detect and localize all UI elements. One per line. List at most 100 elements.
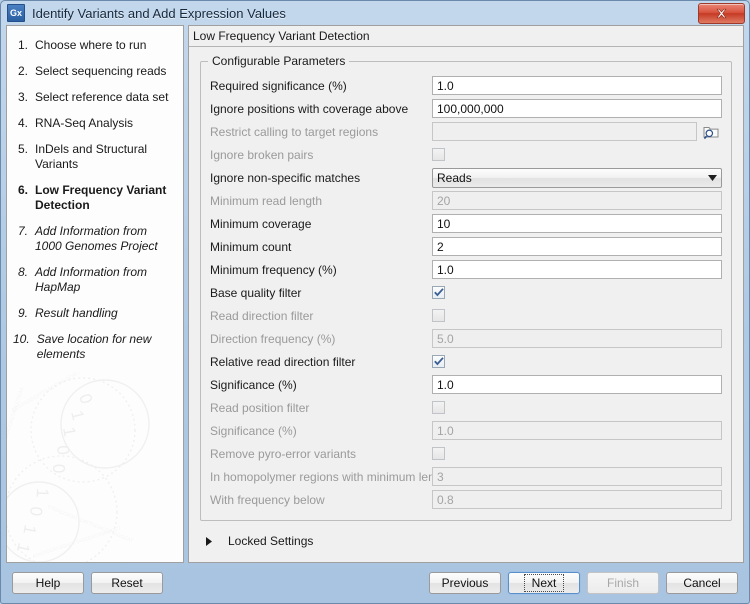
step-number: 5. bbox=[17, 142, 28, 156]
svg-text:1: 1 bbox=[33, 488, 52, 498]
param-label: Minimum count bbox=[210, 239, 292, 254]
step-number: 7. bbox=[17, 224, 28, 238]
param-label: Minimum frequency (%) bbox=[210, 262, 337, 277]
read-position-filter-checkbox[interactable] bbox=[432, 401, 445, 414]
sidebar-step-2[interactable]: 2. Select sequencing reads bbox=[13, 64, 175, 79]
dialog-content: 0 1 1 0 0 1 0 1 1 0 1 0 GATCAGTTCAGGATCC… bbox=[6, 25, 744, 563]
step-number: 10. bbox=[13, 332, 30, 346]
required-significance-input[interactable] bbox=[432, 76, 722, 95]
sidebar-step-3[interactable]: 3. Select reference data set bbox=[13, 90, 175, 105]
dialog-footer: Help Reset Previous Next Finish Cancel bbox=[1, 563, 749, 603]
close-button[interactable] bbox=[698, 3, 745, 24]
dna-watermark-decoration: 0 1 1 0 0 1 0 1 1 0 1 0 GATCAGTTCAGGATCC… bbox=[7, 372, 150, 562]
step-label: Result handling bbox=[35, 306, 118, 320]
param-label: Direction frequency (%) bbox=[210, 331, 336, 346]
param-row-relative-read-direction-filter: Relative read direction filter bbox=[210, 350, 722, 373]
param-row-frequency-below: With frequency below bbox=[210, 488, 722, 511]
steps-list: 1. Choose where to run 2. Select sequenc… bbox=[7, 26, 183, 362]
read-direction-filter-checkbox[interactable] bbox=[432, 309, 445, 322]
param-row-minimum-read-length: Minimum read length bbox=[210, 189, 722, 212]
svg-text:1: 1 bbox=[67, 408, 88, 422]
param-label: Restrict calling to target regions bbox=[210, 124, 379, 139]
sidebar-step-9[interactable]: 9. Result handling bbox=[13, 306, 175, 321]
next-button[interactable]: Next bbox=[508, 572, 580, 594]
finish-button: Finish bbox=[587, 572, 659, 594]
locked-settings-toggle[interactable]: Locked Settings bbox=[204, 534, 734, 548]
gx-icon: Gx bbox=[7, 4, 25, 22]
wizard-steps-sidebar: 0 1 1 0 0 1 0 1 1 0 1 0 GATCAGTTCAGGATCC… bbox=[6, 25, 184, 563]
previous-button[interactable]: Previous bbox=[429, 572, 501, 594]
step-number: 3. bbox=[17, 90, 28, 104]
sidebar-step-6[interactable]: 6. Low Frequency Variant Detection bbox=[13, 183, 175, 213]
triangle-right-icon bbox=[204, 536, 228, 546]
relative-read-direction-filter-checkbox[interactable] bbox=[432, 355, 445, 368]
step-label: Save location for new elements bbox=[36, 332, 152, 361]
dropdown-value: Reads bbox=[437, 170, 472, 185]
step-label: Add Information from HapMap bbox=[35, 265, 148, 294]
minimum-coverage-input[interactable] bbox=[432, 214, 722, 233]
sidebar-step-1[interactable]: 1. Choose where to run bbox=[13, 38, 175, 53]
sidebar-step-4[interactable]: 4. RNA-Seq Analysis bbox=[13, 116, 175, 131]
sidebar-step-5[interactable]: 5. InDels and Structural Variants bbox=[13, 142, 175, 172]
svg-text:0: 0 bbox=[53, 444, 73, 455]
target-regions-input[interactable] bbox=[432, 122, 697, 141]
param-row-remove-pyro-error: Remove pyro-error variants bbox=[210, 442, 722, 465]
previous-button-label: Previous bbox=[441, 576, 489, 590]
window-title: Identify Variants and Add Expression Val… bbox=[32, 5, 286, 21]
param-label: Read position filter bbox=[210, 400, 310, 415]
param-label: Ignore non-specific matches bbox=[210, 170, 361, 185]
svg-text:1: 1 bbox=[19, 523, 39, 536]
finish-button-label: Finish bbox=[606, 576, 639, 590]
param-label: Minimum read length bbox=[210, 193, 323, 208]
step-number: 1. bbox=[17, 38, 28, 52]
base-quality-filter-checkbox[interactable] bbox=[432, 286, 445, 299]
step-label: Low Frequency Variant Detection bbox=[35, 183, 167, 212]
step-number: 6. bbox=[17, 183, 28, 197]
param-label: Significance (%) bbox=[210, 377, 297, 392]
param-label: Relative read direction filter bbox=[210, 354, 356, 369]
parameters-panel: Low Frequency Variant Detection Configur… bbox=[188, 25, 744, 563]
cancel-button-label: Cancel bbox=[683, 576, 721, 590]
frequency-below-input[interactable] bbox=[432, 490, 722, 509]
coverage-above-input[interactable] bbox=[432, 99, 722, 118]
param-row-direction-frequency: Direction frequency (%) bbox=[210, 327, 722, 350]
step-number: 2. bbox=[17, 64, 28, 78]
dialog-window: Gx Identify Variants and Add Expression … bbox=[0, 0, 750, 604]
param-label: With frequency below bbox=[210, 492, 325, 507]
sidebar-step-10[interactable]: 10. Save location for new elements bbox=[13, 332, 175, 362]
locked-settings-label: Locked Settings bbox=[228, 534, 314, 548]
param-label: Ignore positions with coverage above bbox=[210, 101, 409, 116]
remove-pyro-error-checkbox[interactable] bbox=[432, 447, 445, 460]
param-row-nonspecific-matches: Ignore non-specific matches Reads bbox=[210, 166, 722, 189]
minimum-read-length-input[interactable] bbox=[432, 191, 722, 210]
direction-frequency-input[interactable] bbox=[432, 329, 722, 348]
param-label: Base quality filter bbox=[210, 285, 302, 300]
significance-position-input[interactable] bbox=[432, 421, 722, 440]
minimum-count-input[interactable] bbox=[432, 237, 722, 256]
sidebar-step-8[interactable]: 8. Add Information from HapMap bbox=[13, 265, 175, 295]
step-label: Choose where to run bbox=[35, 38, 147, 52]
help-button[interactable]: Help bbox=[12, 572, 84, 594]
step-label: Select reference data set bbox=[35, 90, 169, 104]
title-bar: Gx Identify Variants and Add Expression … bbox=[1, 1, 749, 25]
param-label: Required significance (%) bbox=[210, 78, 347, 93]
reset-button[interactable]: Reset bbox=[91, 572, 163, 594]
param-row-significance-position: Significance (%) bbox=[210, 419, 722, 442]
cancel-button[interactable]: Cancel bbox=[666, 572, 738, 594]
sidebar-step-7[interactable]: 7. Add Information from 1000 Genomes Pro… bbox=[13, 224, 175, 254]
svg-text:CCGTAGGCATTGACCTAGGCATTCAGG: CCGTAGGCATTGACCTAGGCATTCAGG bbox=[11, 372, 95, 414]
param-row-read-position-filter: Read position filter bbox=[210, 396, 722, 419]
nonspecific-matches-dropdown[interactable]: Reads bbox=[432, 167, 722, 188]
next-button-label: Next bbox=[523, 574, 565, 592]
param-label: Significance (%) bbox=[210, 423, 297, 438]
param-row-required-significance: Required significance (%) bbox=[210, 74, 722, 97]
significance-relative-input[interactable] bbox=[432, 375, 722, 394]
browse-folder-search-icon[interactable] bbox=[700, 122, 722, 142]
minimum-frequency-input[interactable] bbox=[432, 260, 722, 279]
step-label: Select sequencing reads bbox=[35, 64, 167, 78]
ignore-broken-pairs-checkbox[interactable] bbox=[432, 148, 445, 161]
check-icon bbox=[433, 357, 444, 366]
homopolymer-length-input[interactable] bbox=[432, 467, 722, 486]
svg-text:0: 0 bbox=[75, 391, 96, 406]
panel-inner: Configurable Parameters Required signifi… bbox=[189, 47, 743, 562]
